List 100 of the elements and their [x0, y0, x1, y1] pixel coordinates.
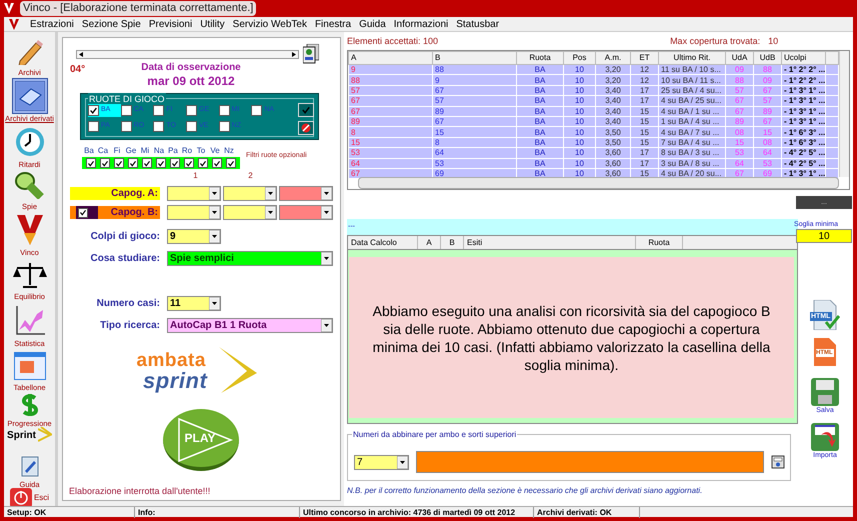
checkbox[interactable]	[184, 158, 194, 168]
menu-item[interactable]: Finestra	[310, 16, 356, 32]
checkbox[interactable]	[114, 158, 124, 168]
table-cell: 09	[754, 74, 782, 86]
checkbox[interactable]	[226, 158, 236, 168]
horizontal-scrollbar[interactable]	[358, 177, 839, 189]
date-caption: Data di osservazione	[141, 61, 241, 75]
column-header[interactable]: A	[418, 236, 441, 249]
right-arrow-icon[interactable]	[289, 50, 298, 58]
table-cell: - 4° 2° 5° ...	[782, 148, 826, 158]
table-cell: 64	[432, 148, 516, 158]
menu-item[interactable]: Previsioni	[144, 16, 196, 32]
checkbox[interactable]	[78, 208, 88, 218]
dropdown-arrow-icon[interactable]	[321, 206, 332, 219]
status-item: Ultimo concorso in archivio: 4736 di martedì 09 ott 2012	[300, 506, 534, 518]
filter-label: Ve	[209, 145, 221, 157]
table-cell: 88	[348, 74, 432, 86]
filter-label: To	[196, 145, 206, 157]
menu-item[interactable]: Guida	[355, 16, 390, 32]
checkbox[interactable]	[218, 105, 230, 116]
left-arrow-icon[interactable]	[77, 50, 86, 58]
dropdown[interactable]: 7	[354, 454, 409, 470]
menu-item[interactable]: Utility	[196, 16, 229, 32]
table-cell: 15	[754, 126, 782, 138]
dropdown[interactable]: 9	[167, 229, 221, 244]
menu-item[interactable]: Estrazioni	[26, 16, 78, 32]
dropdown-arrow-icon[interactable]	[209, 187, 220, 200]
column-header[interactable]: B	[441, 236, 464, 249]
checkbox[interactable]	[153, 121, 164, 132]
checkbox[interactable]	[88, 105, 99, 116]
checkbox[interactable]	[251, 105, 262, 116]
sidebar-button[interactable]	[12, 78, 48, 114]
table-cell: 3 su BA / 8 su ...	[658, 158, 726, 168]
checkbox[interactable]	[186, 121, 197, 132]
calculator-icon[interactable]	[771, 455, 785, 469]
dropdown[interactable]: AutoCap B1 1 Ruota	[167, 318, 333, 333]
table-cell: 57	[432, 96, 516, 106]
v-logo-icon	[16, 215, 44, 246]
dropdown-arrow-icon[interactable]	[321, 319, 332, 332]
table-cell: 89	[754, 106, 782, 116]
checkbox[interactable]	[212, 158, 222, 168]
dropdown-arrow-icon[interactable]	[321, 187, 332, 200]
vertical-scrollbar[interactable]	[839, 51, 849, 177]
menu-item[interactable]: Servizio WebTek	[228, 16, 311, 32]
checkbox[interactable]	[100, 158, 110, 168]
select-all-button[interactable]	[298, 103, 314, 117]
dropdown[interactable]: Spie semplici	[167, 251, 333, 266]
checkbox[interactable]	[153, 105, 164, 116]
dropdown-arrow-icon[interactable]	[265, 187, 276, 200]
menu-item[interactable]: Sezione Spie	[78, 16, 145, 32]
dropdown-arrow-icon[interactable]	[397, 456, 408, 468]
table-cell: 3,60	[596, 158, 630, 168]
power-icon[interactable]	[10, 488, 32, 508]
field-label: Capog. A:	[111, 187, 159, 201]
check-icon	[301, 105, 311, 115]
column-header[interactable]: Data Calcolo	[348, 236, 418, 249]
menu-item[interactable]: Informazioni	[390, 16, 452, 32]
dropdown-arrow-icon[interactable]	[209, 230, 220, 243]
dropdown-arrow-icon[interactable]	[209, 297, 220, 310]
column-header[interactable]: Ruota	[636, 236, 683, 249]
checkbox[interactable]	[142, 158, 152, 168]
dropdown-arrow-icon[interactable]	[209, 206, 220, 219]
column-header[interactable]: A	[348, 52, 432, 64]
clock-icon	[14, 127, 44, 158]
document-stack-icon[interactable]	[303, 44, 319, 64]
dropdown[interactable]: 11	[167, 296, 221, 311]
checkbox[interactable]	[156, 158, 166, 168]
dropdown-arrow-icon[interactable]	[321, 252, 332, 265]
max-coverage-value: 10	[768, 34, 778, 48]
dropdown-arrow-icon[interactable]	[265, 206, 276, 219]
sidebar-label[interactable]: Sprint	[7, 428, 36, 443]
table-cell: 67	[726, 96, 754, 106]
column-header[interactable]: Esiti	[464, 236, 636, 249]
checkbox[interactable]	[186, 105, 197, 116]
checkbox[interactable]	[198, 158, 208, 168]
table-cell: 08	[726, 126, 754, 138]
table-cell: 10	[564, 74, 596, 86]
checkbox[interactable]	[120, 121, 132, 132]
checkbox[interactable]	[88, 121, 99, 132]
checkbox[interactable]	[120, 105, 132, 116]
clear-all-button[interactable]	[298, 121, 314, 135]
table-cell: BA	[516, 126, 564, 138]
checkbox[interactable]	[86, 158, 96, 168]
checkbox[interactable]	[218, 121, 230, 132]
sidebar-button[interactable]: Esci	[6, 487, 52, 509]
table-cell: 12	[630, 74, 658, 86]
threshold-field[interactable]: 10	[796, 229, 852, 243]
checkbox[interactable]	[170, 158, 180, 168]
sidebar-label[interactable]: Esci	[34, 492, 50, 504]
menu-item[interactable]: Statusbar	[452, 16, 504, 32]
status-message: Elaborazione interrotta dall'utente!!!	[69, 485, 212, 498]
sidebar-button[interactable]: Sprint	[4, 426, 55, 444]
scrollbar[interactable]	[76, 50, 299, 58]
table-cell: 9	[432, 74, 516, 86]
column-header[interactable]: Ultimo Rit.	[658, 52, 726, 64]
table-cell: 64	[348, 158, 432, 168]
number-field[interactable]	[416, 451, 764, 473]
checkbox[interactable]	[128, 158, 138, 168]
column-header[interactable]: B	[432, 52, 516, 64]
table-cell: 89	[432, 106, 516, 116]
